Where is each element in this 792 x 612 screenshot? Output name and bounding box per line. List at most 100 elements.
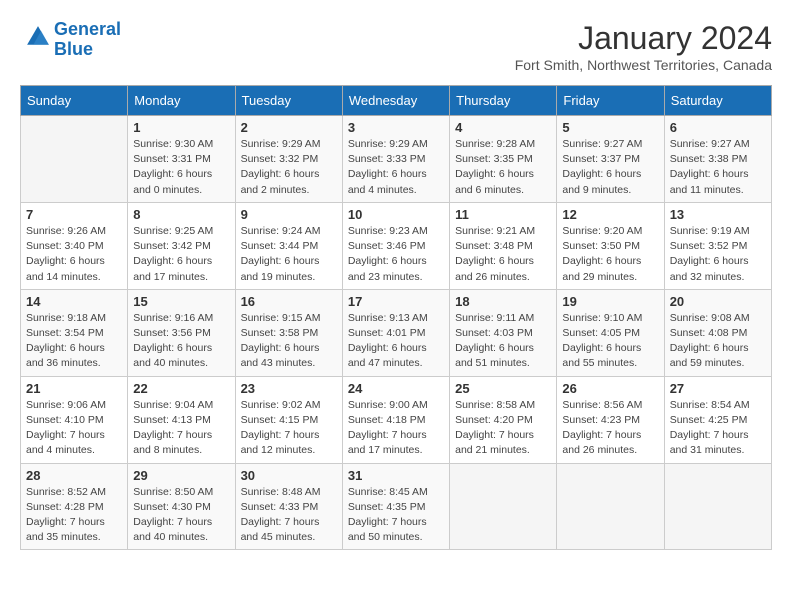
day-info: Sunrise: 9:23 AM Sunset: 3:46 PM Dayligh… [348, 224, 444, 285]
day-info: Sunrise: 9:15 AM Sunset: 3:58 PM Dayligh… [241, 311, 337, 372]
day-info: Sunrise: 9:27 AM Sunset: 3:38 PM Dayligh… [670, 137, 766, 198]
day-info: Sunrise: 8:48 AM Sunset: 4:33 PM Dayligh… [241, 485, 337, 546]
calendar-cell: 11Sunrise: 9:21 AM Sunset: 3:48 PM Dayli… [450, 202, 557, 289]
day-number: 23 [241, 381, 337, 396]
calendar-cell: 16 Sunrise: 9:15 AM Sunset: 3:58 PM Dayli… [235, 289, 342, 376]
calendar-cell: 14 Sunrise: 9:18 AM Sunset: 3:54 PM Dayli… [21, 289, 128, 376]
day-number: 7 [26, 207, 122, 222]
page-header: General Blue January 2024 Fort Smith, No… [20, 20, 772, 73]
day-info: Sunrise: 9:30 AM Sunset: 3:31 PM Dayligh… [133, 137, 229, 198]
day-info: Sunrise: 9:18 AM Sunset: 3:54 PM Dayligh… [26, 311, 122, 372]
calendar-cell [21, 116, 128, 203]
calendar-cell: 4 Sunrise: 9:28 AM Sunset: 3:35 PM Daylig… [450, 116, 557, 203]
day-of-week-sunday: Sunday [21, 86, 128, 116]
calendar-cell [557, 463, 664, 550]
day-info: Sunrise: 9:28 AM Sunset: 3:35 PM Dayligh… [455, 137, 551, 198]
day-number: 30 [241, 468, 337, 483]
day-number: 31 [348, 468, 444, 483]
calendar-cell: 21 Sunrise: 9:06 AM Sunset: 4:10 PM Dayli… [21, 376, 128, 463]
day-info: Sunrise: 9:29 AM Sunset: 3:32 PM Dayligh… [241, 137, 337, 198]
day-number: 10 [348, 207, 444, 222]
day-info: Sunrise: 9:10 AM Sunset: 4:05 PM Dayligh… [562, 311, 658, 372]
day-number: 25 [455, 381, 551, 396]
calendar-cell: 8 Sunrise: 9:25 AM Sunset: 3:42 PM Daylig… [128, 202, 235, 289]
logo-icon [24, 23, 52, 51]
day-info: Sunrise: 9:24 AM Sunset: 3:44 PM Dayligh… [241, 224, 337, 285]
calendar-cell: 25 Sunrise: 8:58 AM Sunset: 4:20 PM Dayli… [450, 376, 557, 463]
calendar-cell [664, 463, 771, 550]
day-of-week-thursday: Thursday [450, 86, 557, 116]
day-info: Sunrise: 8:58 AM Sunset: 4:20 PM Dayligh… [455, 398, 551, 459]
day-info: Sunrise: 9:20 AM Sunset: 3:50 PM Dayligh… [562, 224, 658, 285]
day-info: Sunrise: 9:04 AM Sunset: 4:13 PM Dayligh… [133, 398, 229, 459]
day-number: 26 [562, 381, 658, 396]
day-info: Sunrise: 9:11 AM Sunset: 4:03 PM Dayligh… [455, 311, 551, 372]
location: Fort Smith, Northwest Territories, Canad… [515, 57, 772, 73]
day-number: 17 [348, 294, 444, 309]
day-number: 16 [241, 294, 337, 309]
logo-text: General Blue [54, 20, 121, 60]
calendar-cell: 29 Sunrise: 8:50 AM Sunset: 4:30 PM Dayli… [128, 463, 235, 550]
calendar-cell: 7 Sunrise: 9:26 AM Sunset: 3:40 PM Daylig… [21, 202, 128, 289]
day-number: 8 [133, 207, 229, 222]
day-number: 22 [133, 381, 229, 396]
calendar-cell: 22 Sunrise: 9:04 AM Sunset: 4:13 PM Dayli… [128, 376, 235, 463]
month-title: January 2024 [515, 20, 772, 57]
calendar-table: SundayMondayTuesdayWednesdayThursdayFrid… [20, 85, 772, 550]
day-info: Sunrise: 9:29 AM Sunset: 3:33 PM Dayligh… [348, 137, 444, 198]
calendar-cell: 9Sunrise: 9:24 AM Sunset: 3:44 PM Daylig… [235, 202, 342, 289]
day-number: 24 [348, 381, 444, 396]
day-info: Sunrise: 8:45 AM Sunset: 4:35 PM Dayligh… [348, 485, 444, 546]
day-number: 14 [26, 294, 122, 309]
day-number: 3 [348, 120, 444, 135]
calendar-cell: 5Sunrise: 9:27 AM Sunset: 3:37 PM Daylig… [557, 116, 664, 203]
day-info: Sunrise: 9:08 AM Sunset: 4:08 PM Dayligh… [670, 311, 766, 372]
calendar-cell: 1Sunrise: 9:30 AM Sunset: 3:31 PM Daylig… [128, 116, 235, 203]
day-info: Sunrise: 8:54 AM Sunset: 4:25 PM Dayligh… [670, 398, 766, 459]
day-number: 21 [26, 381, 122, 396]
days-of-week-row: SundayMondayTuesdayWednesdayThursdayFrid… [21, 86, 772, 116]
calendar-cell [450, 463, 557, 550]
day-number: 27 [670, 381, 766, 396]
day-number: 19 [562, 294, 658, 309]
day-of-week-wednesday: Wednesday [342, 86, 449, 116]
day-info: Sunrise: 9:27 AM Sunset: 3:37 PM Dayligh… [562, 137, 658, 198]
week-row-1: 1Sunrise: 9:30 AM Sunset: 3:31 PM Daylig… [21, 116, 772, 203]
calendar-cell: 17Sunrise: 9:13 AM Sunset: 4:01 PM Dayli… [342, 289, 449, 376]
day-number: 29 [133, 468, 229, 483]
day-of-week-friday: Friday [557, 86, 664, 116]
day-info: Sunrise: 9:26 AM Sunset: 3:40 PM Dayligh… [26, 224, 122, 285]
calendar-cell: 3 Sunrise: 9:29 AM Sunset: 3:33 PM Daylig… [342, 116, 449, 203]
day-number: 4 [455, 120, 551, 135]
day-info: Sunrise: 9:19 AM Sunset: 3:52 PM Dayligh… [670, 224, 766, 285]
calendar-cell: 30 Sunrise: 8:48 AM Sunset: 4:33 PM Dayli… [235, 463, 342, 550]
day-info: Sunrise: 8:50 AM Sunset: 4:30 PM Dayligh… [133, 485, 229, 546]
day-info: Sunrise: 9:25 AM Sunset: 3:42 PM Dayligh… [133, 224, 229, 285]
calendar-cell: 10 Sunrise: 9:23 AM Sunset: 3:46 PM Dayli… [342, 202, 449, 289]
day-number: 12 [562, 207, 658, 222]
calendar-cell: 26Sunrise: 8:56 AM Sunset: 4:23 PM Dayli… [557, 376, 664, 463]
week-row-5: 28 Sunrise: 8:52 AM Sunset: 4:28 PM Dayli… [21, 463, 772, 550]
day-info: Sunrise: 9:06 AM Sunset: 4:10 PM Dayligh… [26, 398, 122, 459]
day-info: Sunrise: 9:16 AM Sunset: 3:56 PM Dayligh… [133, 311, 229, 372]
day-info: Sunrise: 8:52 AM Sunset: 4:28 PM Dayligh… [26, 485, 122, 546]
week-row-4: 21 Sunrise: 9:06 AM Sunset: 4:10 PM Dayli… [21, 376, 772, 463]
calendar-cell: 31 Sunrise: 8:45 AM Sunset: 4:35 PM Dayli… [342, 463, 449, 550]
calendar-cell: 12 Sunrise: 9:20 AM Sunset: 3:50 PM Dayli… [557, 202, 664, 289]
logo-line1: General [54, 19, 121, 39]
day-info: Sunrise: 9:02 AM Sunset: 4:15 PM Dayligh… [241, 398, 337, 459]
calendar-cell: 27 Sunrise: 8:54 AM Sunset: 4:25 PM Dayli… [664, 376, 771, 463]
day-info: Sunrise: 9:21 AM Sunset: 3:48 PM Dayligh… [455, 224, 551, 285]
day-number: 15 [133, 294, 229, 309]
day-number: 20 [670, 294, 766, 309]
day-number: 28 [26, 468, 122, 483]
week-row-3: 14 Sunrise: 9:18 AM Sunset: 3:54 PM Dayli… [21, 289, 772, 376]
calendar-cell: 6Sunrise: 9:27 AM Sunset: 3:38 PM Daylig… [664, 116, 771, 203]
calendar-cell: 20 Sunrise: 9:08 AM Sunset: 4:08 PM Dayli… [664, 289, 771, 376]
calendar-cell: 13Sunrise: 9:19 AM Sunset: 3:52 PM Dayli… [664, 202, 771, 289]
day-info: Sunrise: 9:00 AM Sunset: 4:18 PM Dayligh… [348, 398, 444, 459]
calendar-cell: 23 Sunrise: 9:02 AM Sunset: 4:15 PM Dayli… [235, 376, 342, 463]
week-row-2: 7 Sunrise: 9:26 AM Sunset: 3:40 PM Daylig… [21, 202, 772, 289]
calendar-cell: 2Sunrise: 9:29 AM Sunset: 3:32 PM Daylig… [235, 116, 342, 203]
calendar-cell: 28 Sunrise: 8:52 AM Sunset: 4:28 PM Dayli… [21, 463, 128, 550]
